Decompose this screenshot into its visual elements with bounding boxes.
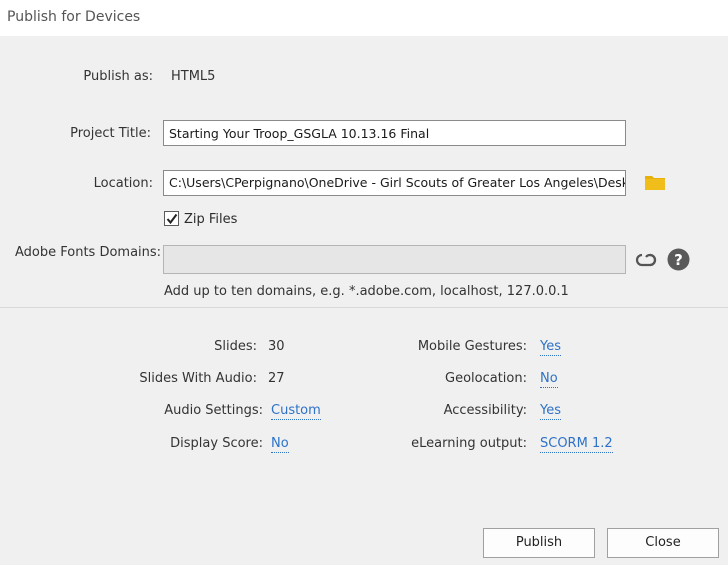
close-button[interactable]: Close bbox=[607, 528, 719, 558]
slides-with-audio-value: 27 bbox=[268, 371, 285, 386]
adobe-fonts-input[interactable] bbox=[163, 245, 626, 274]
elearning-output-link[interactable]: SCORM 1.2 bbox=[540, 436, 613, 453]
publish-button[interactable]: Publish bbox=[483, 528, 595, 558]
display-score-link[interactable]: No bbox=[271, 436, 289, 453]
audio-settings-link[interactable]: Custom bbox=[271, 403, 321, 420]
mobile-gestures-link[interactable]: Yes bbox=[540, 339, 561, 356]
svg-text:?: ? bbox=[674, 251, 683, 269]
checkmark-icon bbox=[166, 213, 178, 225]
accessibility-link[interactable]: Yes bbox=[540, 403, 561, 420]
creative-cloud-icon[interactable] bbox=[635, 249, 657, 273]
mobile-gestures-label: Mobile Gestures: bbox=[417, 339, 527, 354]
slides-with-audio-label: Slides With Audio: bbox=[139, 371, 257, 386]
publish-as-value: HTML5 bbox=[171, 69, 216, 84]
title-bar: Publish for Devices bbox=[0, 0, 728, 36]
adobe-fonts-hint: Add up to ten domains, e.g. *.adobe.com,… bbox=[164, 284, 569, 299]
audio-settings-label: Audio Settings: bbox=[164, 403, 263, 418]
location-label: Location: bbox=[93, 176, 153, 191]
project-title-input[interactable] bbox=[163, 120, 626, 146]
zip-files-label[interactable]: Zip Files bbox=[184, 212, 237, 227]
window-title: Publish for Devices bbox=[7, 9, 141, 25]
project-title-label: Project Title: bbox=[70, 126, 151, 141]
folder-icon[interactable] bbox=[644, 173, 666, 195]
section-divider bbox=[0, 307, 728, 308]
slides-label: Slides: bbox=[214, 339, 257, 354]
location-input[interactable]: C:\Users\CPerpignano\OneDrive - Girl Sco… bbox=[163, 170, 626, 196]
accessibility-label: Accessibility: bbox=[443, 403, 527, 418]
elearning-output-label: eLearning output: bbox=[411, 436, 527, 451]
geolocation-link[interactable]: No bbox=[540, 371, 558, 388]
help-icon[interactable]: ? bbox=[667, 248, 690, 275]
geolocation-label: Geolocation: bbox=[445, 371, 527, 386]
adobe-fonts-label: Adobe Fonts Domains: bbox=[15, 245, 162, 260]
slides-value: 30 bbox=[268, 339, 285, 354]
display-score-label: Display Score: bbox=[170, 436, 263, 451]
publish-as-label: Publish as: bbox=[83, 69, 153, 84]
zip-files-checkbox[interactable] bbox=[164, 211, 179, 226]
